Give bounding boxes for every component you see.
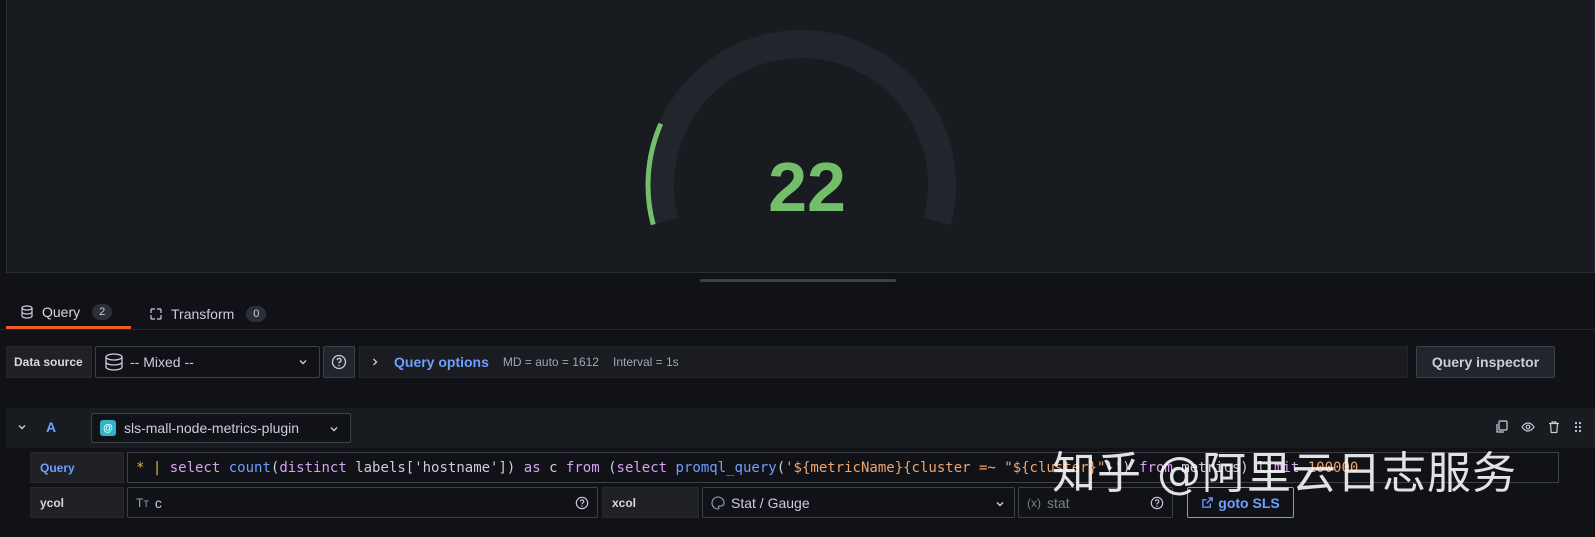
query-token: promql_query <box>675 459 777 476</box>
datasource-select[interactable]: -- Mixed -- <box>95 346 320 378</box>
ycol-value: c <box>154 494 162 511</box>
query-token: * | <box>136 459 170 476</box>
transform-icon <box>150 307 162 320</box>
query-token: labels['hostname']) <box>355 459 524 476</box>
query-toolbar: Data source -- Mixed -- Query options MD… <box>6 346 1595 379</box>
query-ref-id[interactable]: A <box>46 419 56 435</box>
ycol-label: ycol <box>30 487 124 518</box>
datasource-help-button[interactable] <box>323 346 355 378</box>
max-data-points-text: MD = auto = 1612 <box>502 355 599 369</box>
query-token: select <box>616 459 676 476</box>
datasource-label: Data source <box>6 346 92 378</box>
xcol-label: xcol <box>602 487 699 518</box>
query-token: ( <box>270 459 280 476</box>
gauge-chart <box>645 30 956 226</box>
chevron-down-icon <box>299 360 307 365</box>
watermark: 知乎 @阿里云日志服务 <box>1052 448 1517 499</box>
plugin-logo-icon: @ <box>100 420 116 436</box>
tab-query-label: Query <box>42 304 81 320</box>
query-token: select <box>169 459 229 476</box>
drag-handle-icon[interactable] <box>1573 420 1583 434</box>
query-token: ( <box>776 459 786 476</box>
database-icon <box>21 305 33 319</box>
query-token: from <box>565 459 609 476</box>
datasource-value: -- Mixed -- <box>130 354 194 370</box>
query-inspector-button[interactable]: Query inspector <box>1416 346 1555 378</box>
query-datasource-value: sls-mall-node-metrics-plugin <box>124 420 300 436</box>
tab-transform-count: 0 <box>246 305 267 322</box>
xcol-select[interactable]: Stat / Gauge <box>702 487 1015 518</box>
database-icon <box>105 353 123 371</box>
trash-icon[interactable] <box>1547 420 1561 434</box>
eye-icon[interactable] <box>1521 420 1535 434</box>
question-circle-icon[interactable] <box>575 496 589 510</box>
variable-icon: (x) <box>1027 495 1041 510</box>
tab-transform[interactable]: Transform 0 <box>135 298 278 329</box>
query-options-bar[interactable]: Query options MD = auto = 1612 Interval … <box>359 346 1408 378</box>
panel-resize-handle[interactable] <box>700 279 896 282</box>
xcol-value: Stat / Gauge <box>731 494 810 511</box>
query-label: Query <box>30 452 124 483</box>
tab-transform-label: Transform <box>171 305 235 322</box>
chevron-down-icon <box>996 502 1004 507</box>
query-row-actions <box>1495 420 1583 434</box>
query-token: c <box>549 459 566 476</box>
editor-tabs: Query 2 Transform 0 <box>6 298 278 330</box>
text-type-icon: TT <box>136 495 149 510</box>
query-datasource-select[interactable]: @ sls-mall-node-metrics-plugin <box>91 413 351 443</box>
query-token: count <box>228 459 271 476</box>
query-token: ( <box>608 459 617 476</box>
tab-query-count: 2 <box>92 304 113 320</box>
chevron-right-icon <box>373 358 378 366</box>
question-circle-icon <box>331 354 347 370</box>
ycol-input[interactable]: TT c <box>127 487 598 518</box>
chevron-down-icon[interactable] <box>16 421 28 433</box>
query-token: as <box>523 459 550 476</box>
copy-icon[interactable] <box>1495 420 1509 434</box>
gauge-value: 22 <box>768 148 846 226</box>
tabs-divider <box>0 329 1595 330</box>
palette-icon <box>711 495 725 510</box>
interval-text: Interval = 1s <box>612 355 679 369</box>
chevron-down-icon <box>330 427 338 432</box>
query-options-title: Query options <box>394 354 489 370</box>
tab-query[interactable]: Query 2 <box>6 298 131 329</box>
query-token: distinct <box>279 459 356 476</box>
panel-preview: 22 <box>6 0 1595 273</box>
